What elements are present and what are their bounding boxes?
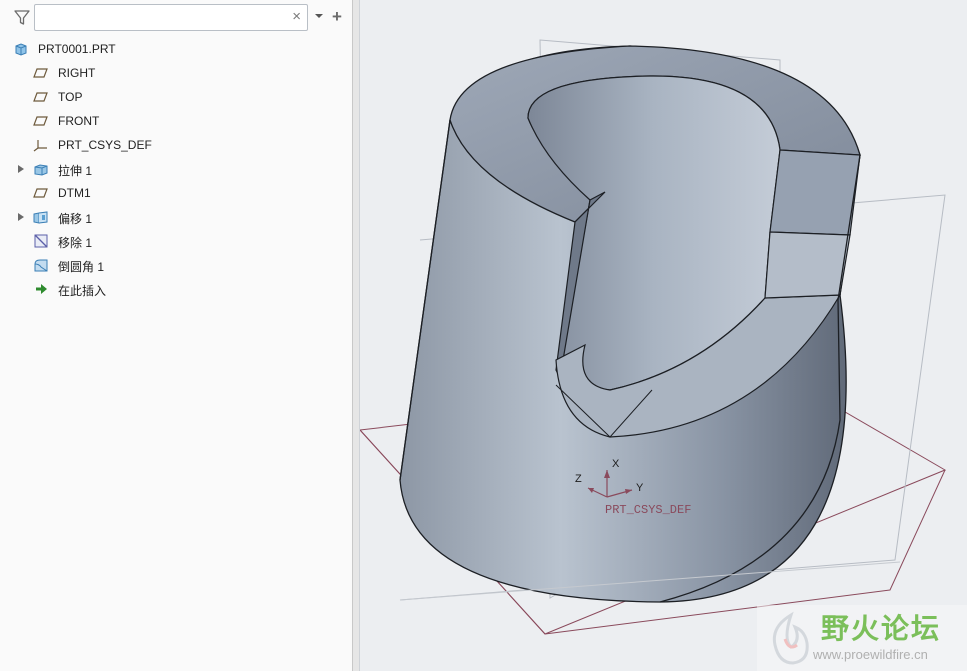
tree-item-label: PRT0001.PRT [38, 42, 116, 56]
tree-item-label: FRONT [58, 114, 100, 128]
tree-item-label: 偏移 1 [58, 212, 93, 226]
tree-item-round[interactable]: 倒圆角 1 [0, 253, 352, 277]
watermark-url: www.proewildfire.cn [813, 647, 928, 662]
tree-item-label: 倒圆角 1 [58, 260, 105, 274]
datum-plane-icon [33, 116, 48, 126]
tree-item-label: TOP [58, 90, 83, 104]
extrude-icon [34, 164, 48, 176]
datum-plane-icon [33, 188, 48, 198]
part-icon [15, 43, 27, 56]
tree-item-extrude[interactable]: 拉伸 1 [0, 157, 352, 181]
part-model[interactable] [399, 45, 861, 603]
search-field[interactable]: × [34, 4, 308, 31]
chevron-down-icon[interactable] [314, 11, 324, 21]
datum-plane-icon [33, 68, 48, 78]
tree-item-remove[interactable]: 移除 1 [0, 229, 352, 253]
graphics-viewport[interactable]: X Y Z PRT_CSYS_DEF 野火论坛 www.proewildfire… [360, 0, 967, 671]
coordinate-system-icon [33, 140, 47, 152]
add-icon[interactable]: + [332, 8, 342, 25]
tree-item-label: RIGHT [58, 66, 96, 80]
watermark-title: 野火论坛 [821, 612, 942, 645]
filter-icon[interactable] [13, 9, 31, 27]
remove-icon [34, 234, 48, 248]
offset-icon [33, 211, 48, 224]
flame-logo [772, 611, 809, 665]
expand-arrow-icon[interactable] [17, 164, 25, 174]
csys-x-label: X [612, 458, 620, 470]
panel-splitter[interactable] [353, 0, 360, 671]
tree-item-label: DTM1 [58, 186, 91, 200]
tree-item-csys[interactable]: PRT_CSYS_DEF [0, 133, 352, 157]
csys-name-label: PRT_CSYS_DEF [605, 503, 691, 517]
tree-item-label: 在此插入 [58, 284, 107, 298]
tree-item-dtm1[interactable]: DTM1 [0, 181, 352, 205]
datum-plane-icon [33, 92, 48, 102]
tree-item-label: 拉伸 1 [58, 164, 93, 178]
watermark: 野火论坛 www.proewildfire.cn [757, 605, 967, 671]
tree-item-insert-here[interactable]: 在此插入 [0, 277, 352, 301]
model-tree-panel: × + PRT0001.PRT RIGHT TOP FRONT PRT_CSYS… [0, 0, 353, 671]
csys-y-label: Y [636, 482, 644, 494]
search-input[interactable] [39, 8, 289, 29]
csys-z-label: Z [575, 473, 582, 485]
tree-item-top[interactable]: TOP [0, 85, 352, 109]
tree-item-label: 移除 1 [58, 236, 93, 250]
tree-item-label: PRT_CSYS_DEF [58, 138, 152, 152]
expand-arrow-icon[interactable] [17, 212, 25, 222]
tree-item-offset[interactable]: 偏移 1 [0, 205, 352, 229]
tree-item-right[interactable]: RIGHT [0, 61, 352, 85]
tree-item-root[interactable]: PRT0001.PRT [0, 37, 352, 61]
clear-icon[interactable]: × [292, 9, 301, 25]
model-view: X Y Z PRT_CSYS_DEF [360, 39, 947, 635]
insert-here-arrow-icon [36, 284, 47, 294]
model-tree-toolbar: × + [0, 0, 353, 36]
tree-item-front[interactable]: FRONT [0, 109, 352, 133]
round-icon [34, 259, 48, 272]
